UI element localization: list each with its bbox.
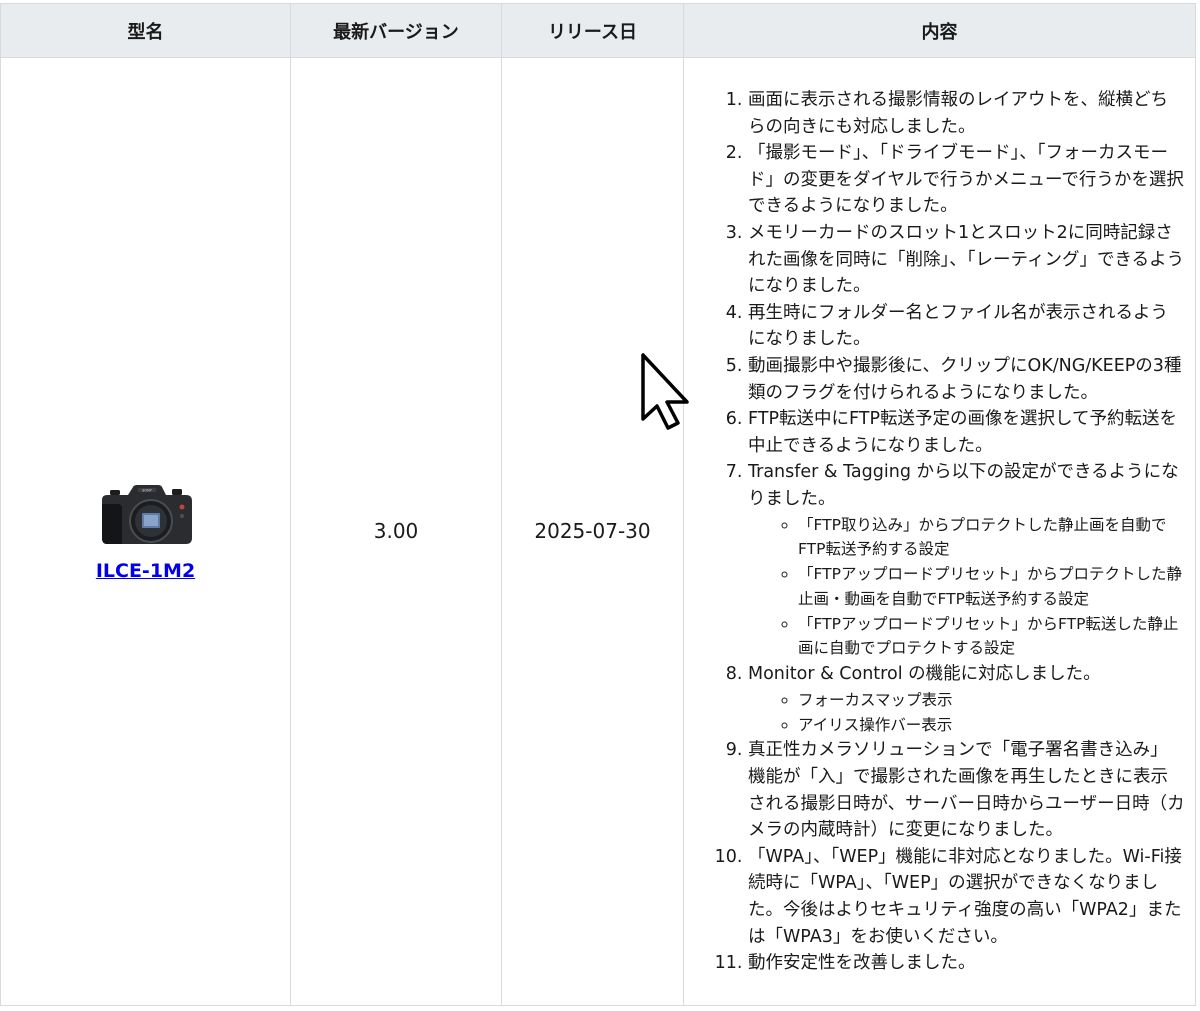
change-text: 動画撮影中や撮影後に、クリップにOK/NG/KEEPの3種類のフラグを付けられる… [748,355,1182,403]
list-item: Transfer & Tagging から以下の設定ができるようになりました。 … [748,459,1195,661]
camera-body-icon[interactable]: SONY [96,480,196,546]
sub-list: 「FTP取り込み」からプロテクトした静止画を自動でFTP転送予約する設定 「FT… [748,513,1185,662]
list-item: 画面に表示される撮影情報のレイアウトを、縦横どちらの向きにも対応しました。 [748,87,1195,140]
sub-list: フォーカスマップ表示 アイリス操作バー表示 [748,688,1185,738]
change-text: Monitor & Control の機能に対応しました。 [748,664,1101,685]
changes-list: 画面に表示される撮影情報のレイアウトを、縦横どちらの向きにも対応しました。 「撮… [684,87,1195,977]
change-text: 真正性カメラソリューションで「電子署名書き込み」機能が「入」で撮影された画像を再… [748,740,1185,841]
table-row: SONY ILCE-1M2 3.00 2025-07-30 1. 画面に表示され… [0,57,1196,1006]
change-text: 動作安定性を改善しました。 [748,953,976,974]
model-cell: SONY ILCE-1M2 [0,57,291,1006]
header-version: 最新バージョン [290,3,502,58]
header-content: 内容 [683,3,1196,58]
content-cell: 画面に表示される撮影情報のレイアウトを、縦横どちらの向きにも対応しました。 「撮… [683,57,1196,1006]
list-item: 真正性カメラソリューションで「電子署名書き込み」機能が「入」で撮影された画像を再… [748,737,1195,843]
version-cell: 3.00 [290,57,502,1006]
change-text: FTP転送中にFTP転送予定の画像を選択して予約転送を中止できるようになりました… [748,409,1177,456]
list-item: 再生時にフォルダー名とファイル名が表示されるようになりました。 [748,300,1195,353]
list-item: Monitor & Control の機能に対応しました。 フォーカスマップ表示… [748,661,1195,737]
change-text: 「WPA」、「WEP」機能に非対応となりました。Wi-Fi接続時に「WPA」、「… [748,846,1182,947]
change-text: 「撮影モード」、「ドライブモード」、「フォーカスモード」の変更をダイヤルで行うか… [748,143,1184,217]
svg-text:SONY: SONY [142,489,153,493]
list-item: メモリーカードのスロット1とスロット2に同時記録された画像を同時に「削除」、「レ… [748,220,1195,300]
model-wrap: SONY ILCE-1M2 [1,480,290,582]
sub-list-item: 「FTPアップロードプリセット」からFTP転送した静止画に自動でプロテクトする設… [798,612,1185,662]
model-link[interactable]: ILCE-1M2 [96,560,195,582]
change-text: 画面に表示される撮影情報のレイアウトを、縦横どちらの向きにも対応しました。 [748,90,1168,137]
list-item: FTP転送中にFTP転送予定の画像を選択して予約転送を中止できるようになりました… [748,406,1195,459]
list-item: 動作安定性を改善しました。 [748,950,1195,977]
header-model: 型名 [0,3,291,58]
release-date-cell: 2025-07-30 [501,57,684,1006]
sub-list-item: 「FTP取り込み」からプロテクトした静止画を自動でFTP転送予約する設定 [798,513,1185,563]
sub-list-item: アイリス操作バー表示 [798,713,1185,738]
list-item: 「撮影モード」、「ドライブモード」、「フォーカスモード」の変更をダイヤルで行うか… [748,140,1195,220]
header-release-date: リリース日 [501,3,684,58]
list-item: 「WPA」、「WEP」機能に非対応となりました。Wi-Fi接続時に「WPA」、「… [748,844,1195,950]
change-text: メモリーカードのスロット1とスロット2に同時記録された画像を同時に「削除」、「レ… [748,222,1185,297]
list-item: 動画撮影中や撮影後に、クリップにOK/NG/KEEPの3種類のフラグを付けられる… [748,353,1195,406]
change-text: 再生時にフォルダー名とファイル名が表示されるようになりました。 [748,302,1168,350]
firmware-table: 型名 最新バージョン リリース日 内容 SONY ILCE-1M2 3.00 2… [0,3,1196,1006]
sub-list-item: 「FTPアップロードプリセット」からプロテクトした静止画・動画を自動でFTP転送… [798,562,1185,612]
table-header-row: 型名 最新バージョン リリース日 内容 [0,3,1196,58]
sub-list-item: フォーカスマップ表示 [798,688,1185,713]
change-text: Transfer & Tagging から以下の設定ができるようになりました。 [748,462,1179,509]
